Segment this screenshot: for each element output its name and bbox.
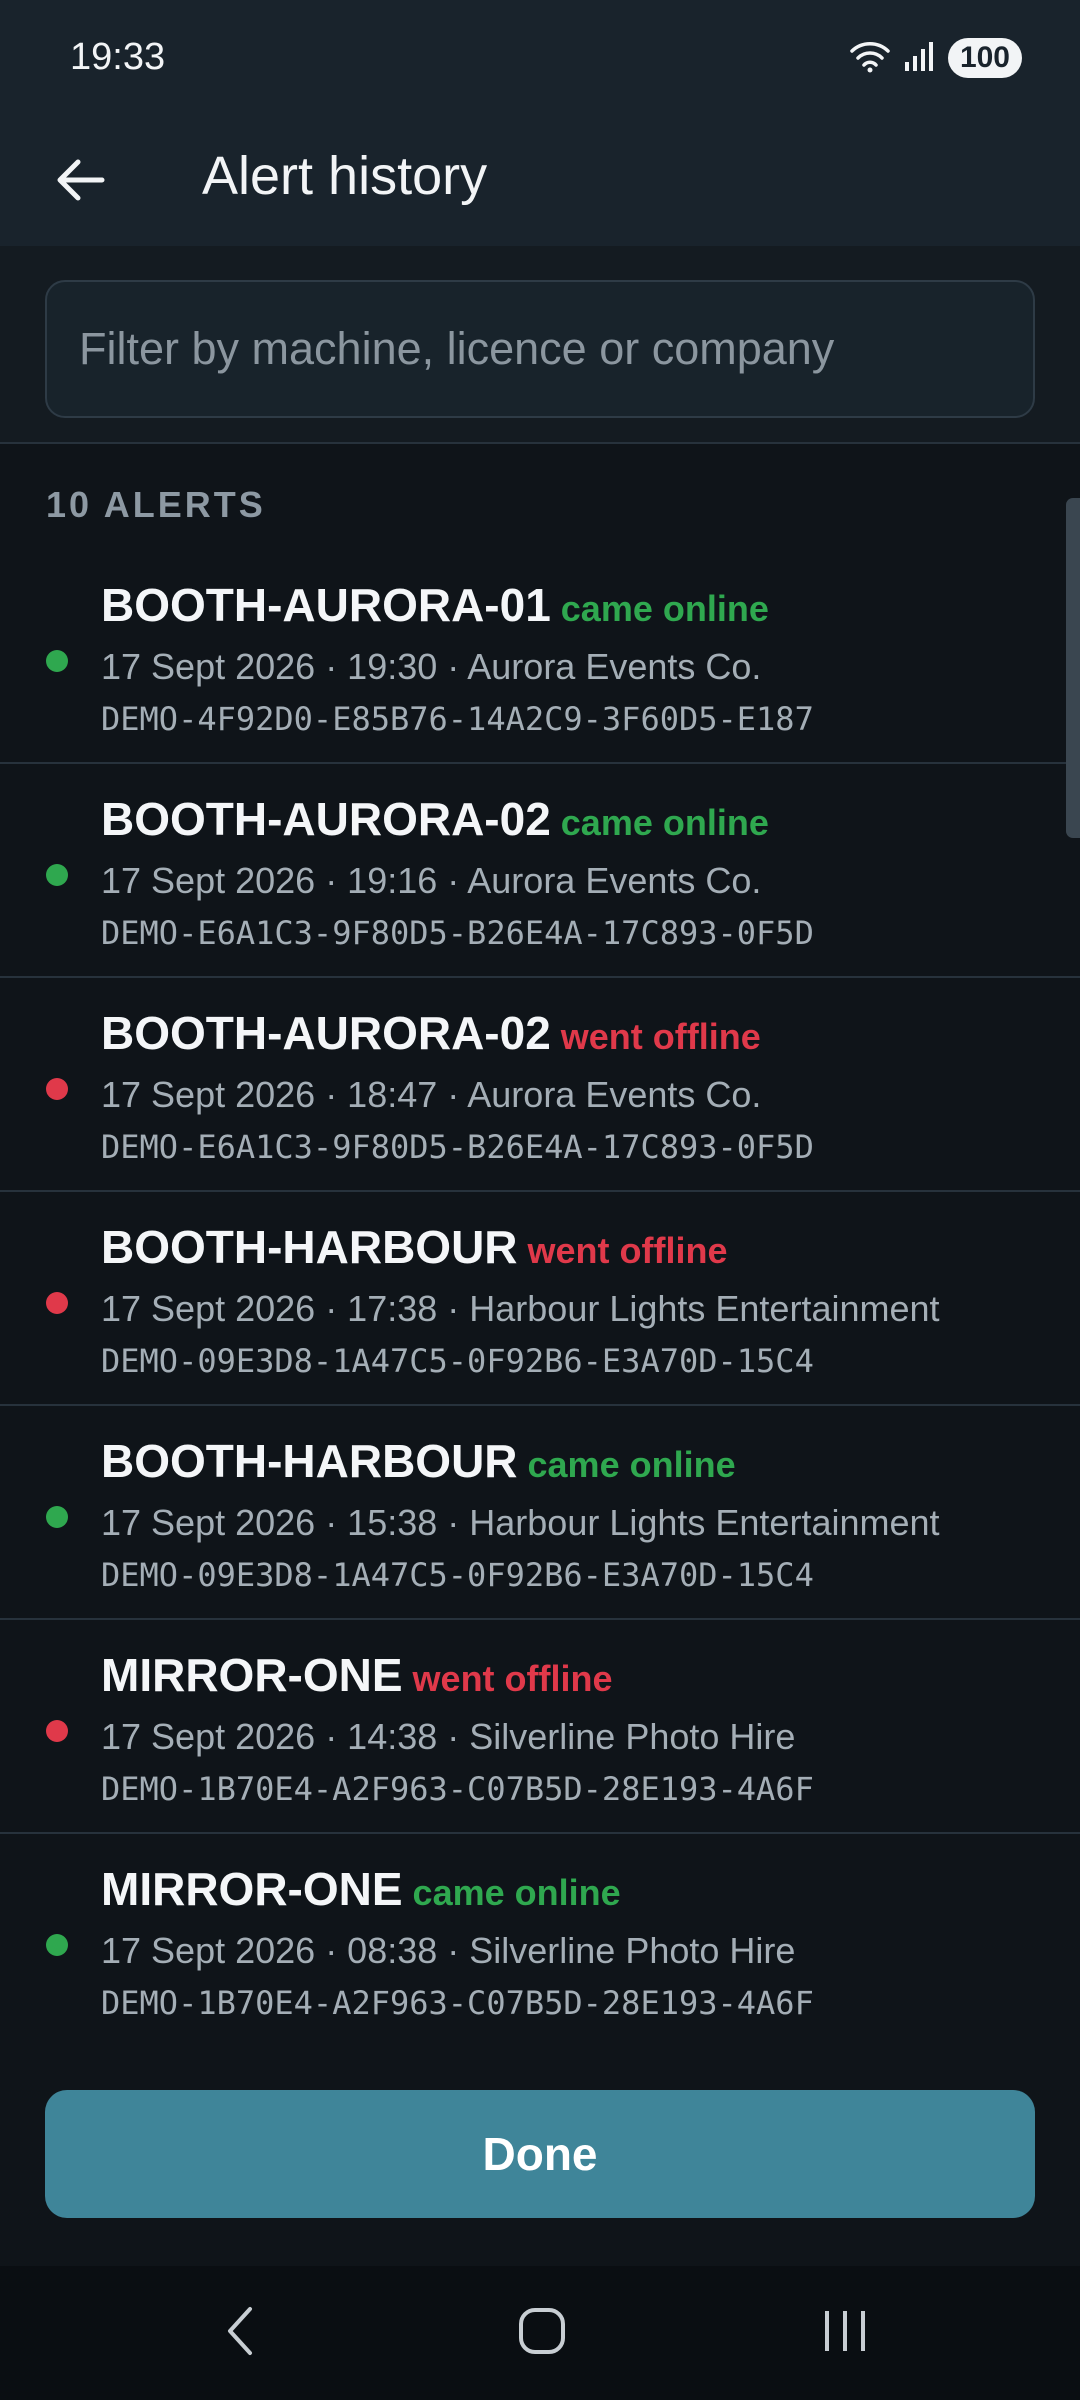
machine-name: MIRROR-ONE bbox=[101, 1863, 403, 1915]
home-icon bbox=[517, 2306, 567, 2361]
alert-meta: 17 Sept 2026 · 15:38 · Harbour Lights En… bbox=[101, 1502, 940, 1543]
status-icons: 100 bbox=[850, 38, 1022, 78]
done-button[interactable]: Done bbox=[45, 2090, 1035, 2218]
alert-meta: 17 Sept 2026 · 18:47 · Aurora Events Co. bbox=[101, 1074, 762, 1115]
status-dot bbox=[46, 1934, 68, 1956]
alert-title: BOOTH-HARBOUR went offline bbox=[101, 1220, 728, 1274]
status-dot bbox=[46, 1506, 68, 1528]
alert-event: went offline bbox=[412, 1658, 613, 1699]
licence-key: DEMO-1B70E4-A2F963-C07B5D-28E193-4A6F bbox=[101, 1984, 814, 2022]
filter-section bbox=[0, 246, 1080, 444]
alert-meta: 17 Sept 2026 · 14:38 · Silverline Photo … bbox=[101, 1716, 796, 1757]
alert-meta: 17 Sept 2026 · 17:38 · Harbour Lights En… bbox=[101, 1288, 940, 1329]
nav-back-button[interactable] bbox=[180, 2288, 300, 2378]
page-title: Alert history bbox=[202, 146, 488, 206]
recents-icon bbox=[821, 2308, 869, 2359]
licence-key: DEMO-E6A1C3-9F80D5-B26E4A-17C893-0F5D bbox=[101, 1128, 814, 1166]
battery-indicator: 100 bbox=[947, 38, 1022, 78]
alert-list[interactable]: BOOTH-AURORA-01 came online 17 Sept 2026 … bbox=[0, 550, 1080, 2040]
alert-row[interactable]: BOOTH-AURORA-02 went offline 17 Sept 2026… bbox=[0, 978, 1080, 1192]
status-dot bbox=[46, 1720, 68, 1742]
licence-key: DEMO-1B70E4-A2F963-C07B5D-28E193-4A6F bbox=[101, 1770, 814, 1808]
alert-meta: 17 Sept 2026 · 19:30 · Aurora Events Co. bbox=[101, 646, 762, 687]
back-button[interactable] bbox=[40, 142, 120, 222]
licence-key: DEMO-09E3D8-1A47C5-0F92B6-E3A70D-15C4 bbox=[101, 1342, 814, 1380]
alert-title: BOOTH-AURORA-02 went offline bbox=[101, 1006, 761, 1060]
alert-title: BOOTH-HARBOUR came online bbox=[101, 1434, 736, 1488]
licence-key: DEMO-09E3D8-1A47C5-0F92B6-E3A70D-15C4 bbox=[101, 1556, 814, 1594]
alert-event: came online bbox=[560, 802, 769, 843]
alert-event: went offline bbox=[527, 1230, 728, 1271]
status-dot bbox=[46, 1292, 68, 1314]
chevron-left-icon bbox=[220, 2303, 260, 2364]
machine-name: BOOTH-AURORA-02 bbox=[101, 793, 551, 845]
nav-home-button[interactable] bbox=[482, 2288, 602, 2378]
machine-name: MIRROR-ONE bbox=[101, 1649, 403, 1701]
alert-title: MIRROR-ONE came online bbox=[101, 1862, 621, 1916]
alert-meta: 17 Sept 2026 · 08:38 · Silverline Photo … bbox=[101, 1930, 796, 1971]
status-dot bbox=[46, 864, 68, 886]
alert-title: BOOTH-AURORA-01 came online bbox=[101, 578, 769, 632]
licence-key: DEMO-4F92D0-E85B76-14A2C9-3F60D5-E187 bbox=[101, 700, 814, 738]
status-dot bbox=[46, 1078, 68, 1100]
status-bar: 19:33 100 bbox=[0, 0, 1080, 120]
app-bar: Alert history bbox=[0, 120, 1080, 246]
alert-row[interactable]: MIRROR-ONE came online 17 Sept 2026 · 08:… bbox=[0, 1834, 1080, 2040]
licence-key: DEMO-E6A1C3-9F80D5-B26E4A-17C893-0F5D bbox=[101, 914, 814, 952]
alert-event: came online bbox=[412, 1872, 621, 1913]
machine-name: BOOTH-HARBOUR bbox=[101, 1435, 518, 1487]
arrow-left-icon bbox=[54, 156, 106, 209]
nav-recents-button[interactable] bbox=[785, 2288, 905, 2378]
status-time: 19:33 bbox=[70, 36, 166, 78]
alert-event: came online bbox=[560, 588, 769, 629]
alert-row[interactable]: BOOTH-AURORA-01 came online 17 Sept 2026 … bbox=[0, 550, 1080, 764]
alert-meta: 17 Sept 2026 · 19:16 · Aurora Events Co. bbox=[101, 860, 762, 901]
alert-row[interactable]: BOOTH-AURORA-02 came online 17 Sept 2026 … bbox=[0, 764, 1080, 978]
machine-name: BOOTH-AURORA-01 bbox=[101, 579, 551, 631]
alert-event: came online bbox=[527, 1444, 736, 1485]
alert-row[interactable]: BOOTH-HARBOUR came online 17 Sept 2026 · … bbox=[0, 1406, 1080, 1620]
system-nav-bar bbox=[0, 2266, 1080, 2400]
footer: Done bbox=[0, 2040, 1080, 2266]
alert-title: BOOTH-AURORA-02 came online bbox=[101, 792, 769, 846]
alert-count-header: 10 ALERTS bbox=[46, 484, 266, 525]
alert-title: MIRROR-ONE went offline bbox=[101, 1648, 613, 1702]
alert-event: went offline bbox=[560, 1016, 761, 1057]
wifi-icon bbox=[850, 39, 890, 78]
machine-name: BOOTH-AURORA-02 bbox=[101, 1007, 551, 1059]
alert-row[interactable]: MIRROR-ONE went offline 17 Sept 2026 · 14… bbox=[0, 1620, 1080, 1834]
filter-input[interactable] bbox=[45, 280, 1035, 418]
alert-row[interactable]: BOOTH-HARBOUR went offline 17 Sept 2026 ·… bbox=[0, 1192, 1080, 1406]
signal-icon bbox=[904, 40, 934, 77]
machine-name: BOOTH-HARBOUR bbox=[101, 1221, 518, 1273]
status-dot bbox=[46, 650, 68, 672]
scrollbar[interactable] bbox=[1066, 498, 1080, 838]
